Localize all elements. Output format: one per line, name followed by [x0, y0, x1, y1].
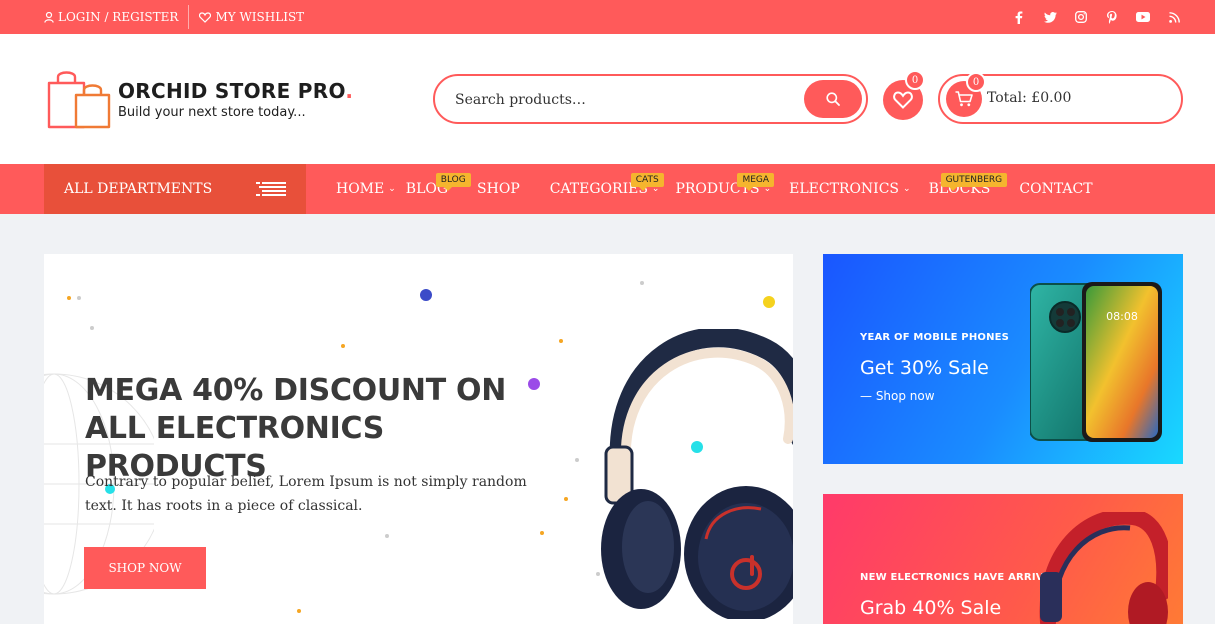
rss-icon[interactable] [1167, 10, 1181, 24]
confetti-dot [559, 339, 563, 343]
youtube-icon[interactable] [1136, 10, 1150, 24]
cart-total: Total: £0.00 [987, 90, 1072, 106]
facebook-icon[interactable] [1012, 10, 1026, 24]
login-register-label: LOGIN / REGISTER [58, 10, 179, 24]
confetti-dot [297, 609, 301, 613]
banner2-subtitle: NEW ELECTRONICS HAVE ARRIVED [860, 572, 1060, 583]
nav-label-electronics: ELECTRONICS [789, 181, 900, 197]
confetti-dot [420, 289, 432, 301]
divider [188, 5, 190, 29]
search-button[interactable] [804, 80, 862, 118]
menu-lines-icon [256, 182, 286, 196]
confetti-dot [540, 531, 544, 535]
search-input[interactable] [455, 88, 795, 112]
hero-heading: MEGA 40% DISCOUNT ON ALL ELECTRONICS PRO… [85, 373, 507, 484]
nav-item-blocks[interactable]: GUTENBERG BLOCKS [929, 173, 1008, 197]
nav-label-home: HOME [336, 181, 385, 197]
confetti-dot [575, 458, 579, 462]
logo-title: ORCHID STORE PRO. [118, 78, 354, 103]
all-departments-toggle[interactable]: ALL DEPARTMENTS [44, 164, 306, 214]
social-links [1012, 0, 1181, 34]
smartphones-image: 08:08 [1030, 282, 1162, 442]
wishlist-button[interactable]: 0 [883, 70, 925, 120]
top-bar: LOGIN / REGISTER MY WISHLIST [0, 0, 1215, 34]
user-icon [44, 11, 54, 23]
all-departments-label: ALL DEPARTMENTS [64, 181, 213, 197]
banner1-shop-link[interactable]: — Shop now [860, 389, 935, 403]
nav-label-shop: SHOP [477, 181, 520, 197]
search-form [433, 74, 868, 124]
nav-tag-mega: MEGA [737, 173, 775, 191]
wishlist-link[interactable]: MY WISHLIST [199, 10, 314, 24]
login-register-link[interactable]: LOGIN / REGISTER [44, 10, 188, 24]
nav-item-blog[interactable]: BLOG BLOG [406, 173, 471, 197]
wishlist-count-badge: 0 [905, 70, 925, 90]
confetti-dot [640, 281, 644, 285]
chevron-down-icon: ⌄ [388, 184, 396, 194]
nav-item-contact[interactable]: CONTACT [1019, 181, 1092, 197]
confetti-dot [564, 497, 568, 501]
promo-banner-phones[interactable]: YEAR OF MOBILE PHONES Get 30% Sale — Sho… [823, 254, 1183, 464]
main-navbar: ALL DEPARTMENTS HOME ⌄ BLOG BLOG SHOP CA… [0, 164, 1215, 214]
twitter-icon[interactable] [1043, 10, 1057, 24]
nav-item-products[interactable]: MEGA PRODUCTS ⌄ [675, 173, 775, 197]
hero-slider: MEGA 40% DISCOUNT ON ALL ELECTRONICS PRO… [44, 254, 793, 624]
promo-banner-electronics[interactable]: NEW ELECTRONICS HAVE ARRIVED Grab 40% Sa… [823, 494, 1183, 624]
banner1-title: Get 30% Sale [860, 357, 989, 379]
svg-text:08:08: 08:08 [1106, 310, 1138, 323]
nav-item-electronics[interactable]: ELECTRONICS ⌄ [789, 181, 910, 197]
search-icon [826, 92, 840, 106]
instagram-icon[interactable] [1074, 10, 1088, 24]
nav-tag-cats: CATS [630, 173, 664, 191]
logo-text: ORCHID STORE PRO. Build your next store … [118, 79, 353, 120]
site-logo[interactable]: ORCHID STORE PRO. Build your next store … [46, 69, 353, 129]
headphones-image [601, 329, 793, 619]
chevron-down-icon: ⌄ [903, 184, 911, 194]
confetti-dot [385, 534, 389, 538]
banner1-subtitle: YEAR OF MOBILE PHONES [860, 332, 1010, 343]
wishlist-label: MY WISHLIST [215, 10, 305, 24]
nav-label-contact: CONTACT [1019, 181, 1093, 197]
top-links: LOGIN / REGISTER MY WISHLIST [44, 0, 314, 34]
shop-now-button[interactable]: SHOP NOW [84, 547, 206, 589]
confetti-dot [90, 326, 94, 330]
pinterest-icon[interactable] [1105, 10, 1119, 24]
cart-icon [955, 91, 973, 107]
nav-item-shop[interactable]: SHOP [477, 181, 520, 197]
logo-tagline: Build your next store today... [118, 104, 306, 120]
cart-button[interactable]: 0 Total: £0.00 [938, 72, 1183, 124]
nav-tag-blog: BLOG [435, 173, 471, 191]
heart-icon [893, 91, 913, 109]
shopping-bag-logo-icon [47, 71, 111, 129]
confetti-dot [67, 296, 71, 300]
heart-icon [199, 11, 212, 23]
red-headphones-image [1039, 512, 1168, 624]
confetti-dot [763, 296, 775, 308]
hero-text: Contrary to popular belief, Lorem Ipsum … [85, 474, 527, 514]
confetti-dot [77, 296, 81, 300]
confetti-dot [341, 344, 345, 348]
main-menu: HOME ⌄ BLOG BLOG SHOP CATS CATEGORIES ⌄ … [336, 164, 1093, 214]
nav-item-categories[interactable]: CATS CATEGORIES ⌄ [550, 173, 664, 197]
nav-tag-gutenberg: GUTENBERG [940, 173, 1008, 191]
cart-count-badge: 0 [966, 72, 986, 92]
header: ORCHID STORE PRO. Build your next store … [0, 34, 1215, 164]
nav-item-home[interactable]: HOME ⌄ [336, 181, 396, 197]
banner2-title: Grab 40% Sale [860, 597, 1002, 619]
